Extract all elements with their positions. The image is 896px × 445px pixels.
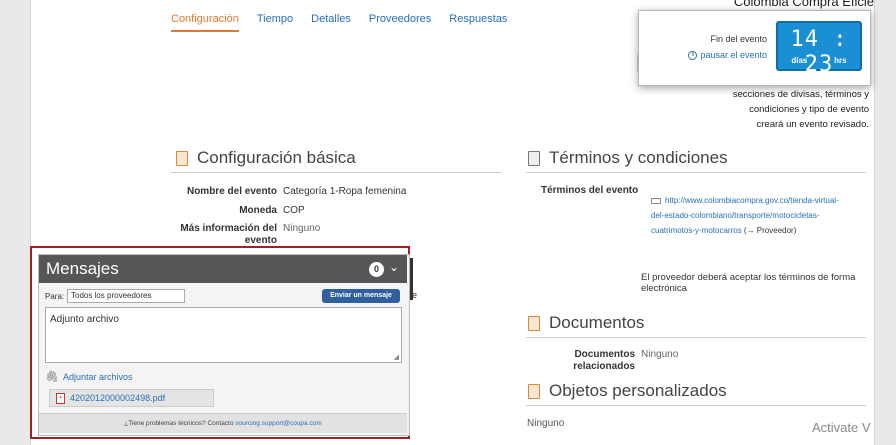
field-related-docs: Documentos relacionados Ninguno bbox=[567, 349, 678, 373]
related-docs-value: Ninguno bbox=[641, 349, 679, 360]
field-custom-objects: Ninguno bbox=[527, 418, 564, 429]
section-documents-title: Documentos bbox=[549, 313, 645, 332]
support-footer: ¿Tiene problemas técnicos? Contacto sour… bbox=[39, 413, 407, 433]
event-name-value: Categoría 1-Ropa femenina bbox=[283, 186, 407, 197]
terms-link[interactable]: http://www.colombiacompra.gov.co/tienda-… bbox=[651, 193, 851, 238]
countdown-units: días hrs bbox=[778, 56, 860, 65]
field-more-info: Más información del evento Ninguno bbox=[179, 223, 320, 247]
timer-label: Fin del evento bbox=[710, 34, 767, 44]
divider bbox=[171, 172, 501, 173]
pdf-icon: ▪ bbox=[56, 392, 65, 404]
stray-text: e bbox=[412, 290, 418, 300]
more-info-label: Más información del evento bbox=[180, 223, 277, 246]
custom-objects-icon bbox=[528, 383, 540, 399]
tab-configuracion[interactable]: Configuración bbox=[171, 13, 239, 32]
messages-title: Mensajes bbox=[46, 259, 119, 278]
support-email-link[interactable]: sourcing.support@coupa.com bbox=[235, 420, 321, 427]
revision-note: secciones de divisas, términos y condici… bbox=[732, 89, 869, 130]
pause-event-label[interactable]: pausar el evento bbox=[700, 50, 767, 60]
field-currency: Moneda COP bbox=[179, 205, 305, 216]
section-custom-title: Objetos personalizados bbox=[549, 381, 727, 400]
support-text: ¿Tiene problemas técnicos? Contacto bbox=[124, 420, 234, 427]
custom-objects-value: Ninguno bbox=[527, 418, 565, 429]
accept-terms-text: El proveedor deberá aceptar los términos… bbox=[641, 272, 856, 294]
link-doc-icon bbox=[651, 197, 661, 204]
currency-label: Moneda bbox=[239, 205, 277, 216]
divider bbox=[526, 172, 866, 173]
recipient-select[interactable]: Todos los proveedores bbox=[67, 289, 185, 303]
activate-windows-watermark: Activate V bbox=[812, 420, 871, 435]
days-unit: días bbox=[791, 56, 808, 65]
documents-icon bbox=[528, 315, 540, 331]
message-count-badge: 0 bbox=[369, 262, 384, 277]
provider-tag: (→ Proveedor) bbox=[743, 226, 797, 235]
tab-respuestas[interactable]: Respuestas bbox=[449, 13, 507, 32]
send-message-button[interactable]: Enviar un mensaje bbox=[322, 289, 400, 303]
section-terms: Términos y condiciones bbox=[528, 148, 728, 168]
paperclip-icon: 🖇 bbox=[45, 371, 59, 383]
attached-file[interactable]: ▪ 4202012000002498.pdf bbox=[49, 389, 214, 407]
field-event-terms: Términos del evento bbox=[541, 185, 638, 196]
messages-panel: Mensajes 0 ⌄ Para: Todos los proveedores… bbox=[38, 254, 410, 436]
tab-proveedores[interactable]: Proveedores bbox=[369, 13, 431, 32]
messages-header[interactable]: Mensajes 0 ⌄ bbox=[39, 255, 407, 283]
to-label: Para: bbox=[45, 292, 65, 301]
more-info-value: Ninguno bbox=[283, 223, 321, 234]
countdown-days: 14 bbox=[790, 27, 819, 52]
section-terms-title: Términos y condiciones bbox=[549, 148, 728, 167]
message-textarea[interactable]: Adjunto archivo ◢ bbox=[45, 307, 402, 363]
tab-tiempo[interactable]: Tiempo bbox=[257, 13, 293, 32]
countdown-digits: 14 : 23 bbox=[790, 27, 848, 77]
terms-icon bbox=[528, 150, 540, 166]
related-docs-label: Documentos relacionados bbox=[573, 349, 635, 372]
message-body: Adjunto archivo bbox=[50, 314, 119, 325]
document-icon bbox=[176, 150, 188, 166]
event-tabs: Configuración Tiempo Detalles Proveedore… bbox=[171, 13, 507, 32]
countdown-box: 14 : 23 días hrs bbox=[776, 21, 862, 77]
divider bbox=[526, 405, 866, 406]
event-name-label: Nombre del evento bbox=[186, 186, 277, 197]
section-basic-title: Configuración básica bbox=[197, 148, 356, 167]
chevron-down-icon[interactable]: ⌄ bbox=[389, 260, 399, 274]
pause-icon: ‖ bbox=[688, 50, 698, 60]
section-basic-config: Configuración básica bbox=[176, 148, 356, 168]
event-terms-label: Términos del evento bbox=[541, 185, 639, 196]
attach-files-link[interactable]: 🖇 Adjuntar archivos bbox=[45, 370, 133, 383]
tab-detalles[interactable]: Detalles bbox=[311, 13, 351, 32]
brand-text: Colombia Compra Eficie bbox=[733, 0, 874, 9]
attached-file-name[interactable]: 4202012000002498.pdf bbox=[70, 390, 165, 406]
section-custom-objects: Objetos personalizados bbox=[528, 381, 727, 401]
divider bbox=[526, 337, 866, 338]
resize-handle-icon[interactable]: ◢ bbox=[394, 353, 399, 361]
pause-event-link[interactable]: ‖ pausar el evento bbox=[688, 50, 767, 60]
currency-value: COP bbox=[283, 205, 305, 216]
attach-files-label[interactable]: Adjuntar archivos bbox=[63, 372, 133, 382]
event-timer: Fin del evento ‖ pausar el evento 14 : 2… bbox=[638, 10, 871, 86]
section-documents: Documentos bbox=[528, 313, 644, 333]
hours-unit: hrs bbox=[834, 56, 847, 65]
field-event-name: Nombre del evento Categoría 1-Ropa femen… bbox=[179, 186, 406, 197]
